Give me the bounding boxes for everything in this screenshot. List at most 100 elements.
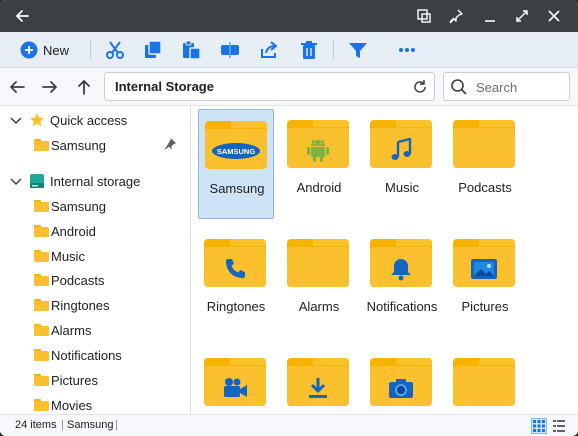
list-view-icon[interactable] <box>551 418 567 434</box>
folder-grid: SAMSUNG Samsung Android Music Podcasts R… <box>192 106 578 414</box>
folder-icon <box>453 239 515 289</box>
folder-item-downloads[interactable] <box>281 347 357 414</box>
samsung-logo-text: SAMSUNG <box>217 147 256 156</box>
up-button[interactable] <box>72 75 96 99</box>
folder-icon <box>34 399 49 411</box>
folder-label: Pictures <box>461 299 509 314</box>
folder-item-video[interactable] <box>198 347 274 414</box>
sidebar-item-android[interactable]: Android <box>0 219 190 243</box>
sidebar-item-label: Podcasts <box>51 273 105 288</box>
share-icon[interactable] <box>258 38 280 62</box>
bell-icon <box>370 251 432 287</box>
refresh-icon[interactable] <box>410 77 430 97</box>
folder-item-pictures[interactable]: Pictures <box>447 228 523 338</box>
sidebar-item-label: Samsung <box>51 138 106 153</box>
sidebar-item-quick-samsung[interactable]: Samsung <box>0 133 190 157</box>
copy-icon[interactable] <box>142 38 164 62</box>
new-button[interactable]: New <box>20 38 76 62</box>
drive-icon <box>30 174 44 188</box>
minimize-icon[interactable] <box>478 4 502 28</box>
chevron-down-icon[interactable] <box>9 113 23 127</box>
folder-item-podcasts[interactable]: Podcasts <box>447 109 523 219</box>
folder-icon <box>34 324 49 336</box>
folder-label: Music <box>385 180 419 195</box>
item-count: 24 items <box>15 419 57 431</box>
folder-icon <box>34 225 49 237</box>
sidebar-item-movies[interactable]: Movies <box>0 393 190 414</box>
phone-icon <box>204 251 266 287</box>
maximize-icon[interactable] <box>510 4 534 28</box>
folder-item-ringtones[interactable]: Ringtones <box>198 228 274 338</box>
sidebar-item-ringtones[interactable]: Ringtones <box>0 293 190 317</box>
pin-icon[interactable] <box>444 4 468 28</box>
select-window-icon[interactable] <box>412 4 436 28</box>
search-box <box>443 72 570 101</box>
sidebar-item-label: Ringtones <box>51 298 110 313</box>
forward-button[interactable] <box>38 75 62 99</box>
folder-icon <box>34 139 49 151</box>
title-bar <box>0 0 578 32</box>
path-field[interactable]: Internal Storage <box>104 72 435 101</box>
filter-icon[interactable] <box>347 38 369 62</box>
pin-icon[interactable] <box>164 138 176 150</box>
folder-icon <box>287 239 349 289</box>
back-button[interactable] <box>5 75 29 99</box>
samsung-logo: SAMSUNG <box>205 133 267 169</box>
sidebar-item-label: Music <box>51 249 85 264</box>
sidebar-item-label: Pictures <box>51 373 98 388</box>
folder-icon <box>453 120 515 170</box>
folder-icon <box>287 358 349 408</box>
sidebar-item-label: Notifications <box>51 348 122 363</box>
sidebar-section-quick-access[interactable]: Quick access <box>0 108 190 132</box>
folder-item-camera[interactable] <box>364 347 440 414</box>
folder-icon <box>204 239 266 289</box>
paste-icon[interactable] <box>180 38 202 62</box>
folder-label: Android <box>296 180 342 195</box>
sidebar-section-label: Quick access <box>50 113 128 128</box>
folder-icon <box>34 250 49 262</box>
sidebar-item-notifications[interactable]: Notifications <box>0 343 190 367</box>
close-icon[interactable] <box>542 4 566 28</box>
sidebar: Quick access Samsung Internal storage Sa… <box>0 106 191 414</box>
status-bar: 24 items | Samsung | <box>0 414 578 436</box>
sidebar-item-pictures[interactable]: Pictures <box>0 368 190 392</box>
delete-icon[interactable] <box>298 38 320 62</box>
folder-item-samsung[interactable]: SAMSUNG Samsung <box>198 109 274 219</box>
folder-item-alarms[interactable]: Alarms <box>281 228 357 338</box>
rename-icon[interactable] <box>219 38 241 62</box>
camera-icon <box>370 370 432 406</box>
folder-icon <box>34 374 49 386</box>
folder-item-android[interactable]: Android <box>281 109 357 219</box>
search-icon <box>451 79 467 95</box>
folder-item[interactable] <box>447 347 523 414</box>
folder-item-music[interactable]: Music <box>364 109 440 219</box>
music-note-icon <box>370 132 432 168</box>
cut-icon[interactable] <box>104 38 126 62</box>
folder-label: Ringtones <box>206 299 266 314</box>
video-camera-icon <box>204 370 266 406</box>
search-input[interactable] <box>476 78 564 96</box>
folder-icon <box>287 120 349 170</box>
grid-view-icon[interactable] <box>531 418 547 434</box>
folder-icon <box>204 358 266 408</box>
arrow-left-icon[interactable] <box>10 4 34 28</box>
folder-icon <box>34 200 49 212</box>
sidebar-item-music[interactable]: Music <box>0 244 190 268</box>
folder-label: Podcasts <box>458 180 512 195</box>
more-icon[interactable] <box>396 38 418 62</box>
android-icon <box>287 132 349 168</box>
download-icon <box>287 370 349 406</box>
sidebar-section-internal-storage[interactable]: Internal storage <box>0 169 190 193</box>
sidebar-item-samsung[interactable]: Samsung <box>0 194 190 218</box>
sidebar-item-podcasts[interactable]: Podcasts <box>0 268 190 292</box>
folder-label: Alarms <box>298 299 340 314</box>
toolbar: New <box>0 32 578 68</box>
sidebar-section-label: Internal storage <box>50 174 141 189</box>
selection-name: Samsung <box>67 419 114 431</box>
folder-icon <box>34 274 49 286</box>
folder-item-notifications[interactable]: Notifications <box>364 228 440 338</box>
sidebar-item-label: Movies <box>51 398 93 413</box>
chevron-down-icon[interactable] <box>9 174 23 188</box>
status-divider: | <box>115 419 118 431</box>
sidebar-item-alarms[interactable]: Alarms <box>0 318 190 342</box>
